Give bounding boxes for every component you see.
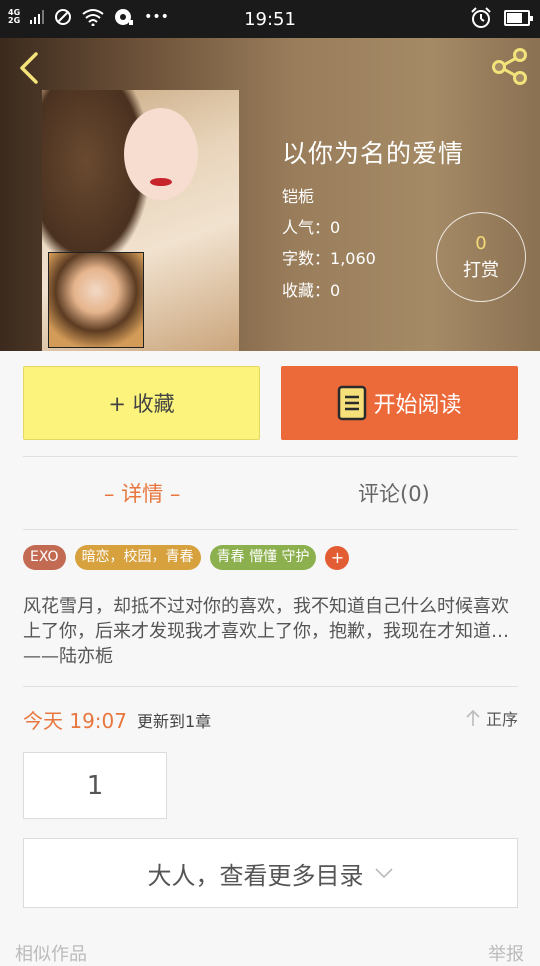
- arrow-up-icon: [466, 709, 480, 726]
- view-more-label: 大人，查看更多目录: [147, 861, 364, 890]
- book-title: 以你为名的爱情: [282, 139, 465, 168]
- view-more-chapters-button[interactable]: 大人，查看更多目录: [23, 838, 518, 908]
- back-icon[interactable]: [14, 48, 44, 88]
- tab-detail[interactable]: – 详情 –: [104, 478, 180, 508]
- alarm-icon: [471, 7, 491, 28]
- tag-item[interactable]: 青春 懵懂 守护: [209, 545, 317, 570]
- tip-count: 0: [475, 233, 487, 254]
- sort-order-button[interactable]: 正序: [464, 706, 518, 730]
- share-icon[interactable]: [490, 46, 530, 86]
- status-bar: 4G 2G ••• 19:51: [0, 0, 540, 38]
- cover-lips: [150, 178, 172, 186]
- popularity-row: 人气：0: [282, 214, 340, 238]
- add-to-favorites-button[interactable]: + 收藏: [23, 366, 260, 440]
- book-synopsis: 风花雪月，却抵不过对你的喜欢，我不知道自己什么时候喜欢上了你，后来才发现我才喜欢…: [23, 596, 509, 667]
- word-count-label: 字数：: [282, 249, 331, 268]
- cover-inset-photo: [48, 252, 144, 348]
- favorites-row: 收藏：0: [282, 277, 340, 301]
- book-icon: [338, 385, 367, 421]
- tab-comments[interactable]: 评论(0): [358, 478, 430, 508]
- book-author[interactable]: 铠栀: [282, 183, 314, 207]
- tip-label: 打赏: [463, 260, 499, 281]
- cover-face: [124, 108, 198, 200]
- chapter-item[interactable]: 1: [23, 752, 167, 819]
- start-reading-label: 开始阅读: [373, 393, 462, 418]
- book-header: 以你为名的爱情 铠栀 人气：0 字数：1,060 收藏：0 0 打赏: [0, 38, 540, 351]
- tag-list: EXO 暗恋，校园，青春 青春 懵懂 守护 +: [23, 545, 350, 570]
- start-reading-button[interactable]: 开始阅读: [281, 366, 518, 440]
- tag-item[interactable]: 暗恋，校园，青春: [74, 545, 201, 570]
- word-count-row: 字数：1,060: [282, 245, 376, 269]
- update-status: 更新到1章: [137, 712, 212, 731]
- battery-icon: [504, 10, 533, 26]
- word-count-value: 1,060: [330, 249, 376, 268]
- update-time: 今天 19:07: [23, 709, 127, 733]
- report-link[interactable]: 举报: [488, 940, 524, 966]
- favorites-value: 0: [330, 281, 341, 300]
- popularity-label: 人气：: [282, 218, 331, 237]
- status-right: [470, 7, 533, 29]
- add-tag-button[interactable]: +: [325, 545, 350, 570]
- popularity-value: 0: [330, 218, 341, 237]
- tip-button[interactable]: 0 打赏: [436, 212, 526, 302]
- chevron-down-icon: [374, 868, 393, 879]
- book-cover[interactable]: [42, 90, 239, 351]
- divider: [23, 686, 518, 687]
- sort-order-label: 正序: [485, 710, 518, 729]
- battery-level: [507, 13, 522, 23]
- favorites-label: 收藏：: [282, 281, 331, 300]
- divider: [23, 456, 518, 457]
- clock: 19:51: [244, 9, 296, 30]
- similar-works-heading: 相似作品: [15, 944, 87, 965]
- divider: [23, 529, 518, 530]
- tag-item[interactable]: EXO: [23, 545, 66, 570]
